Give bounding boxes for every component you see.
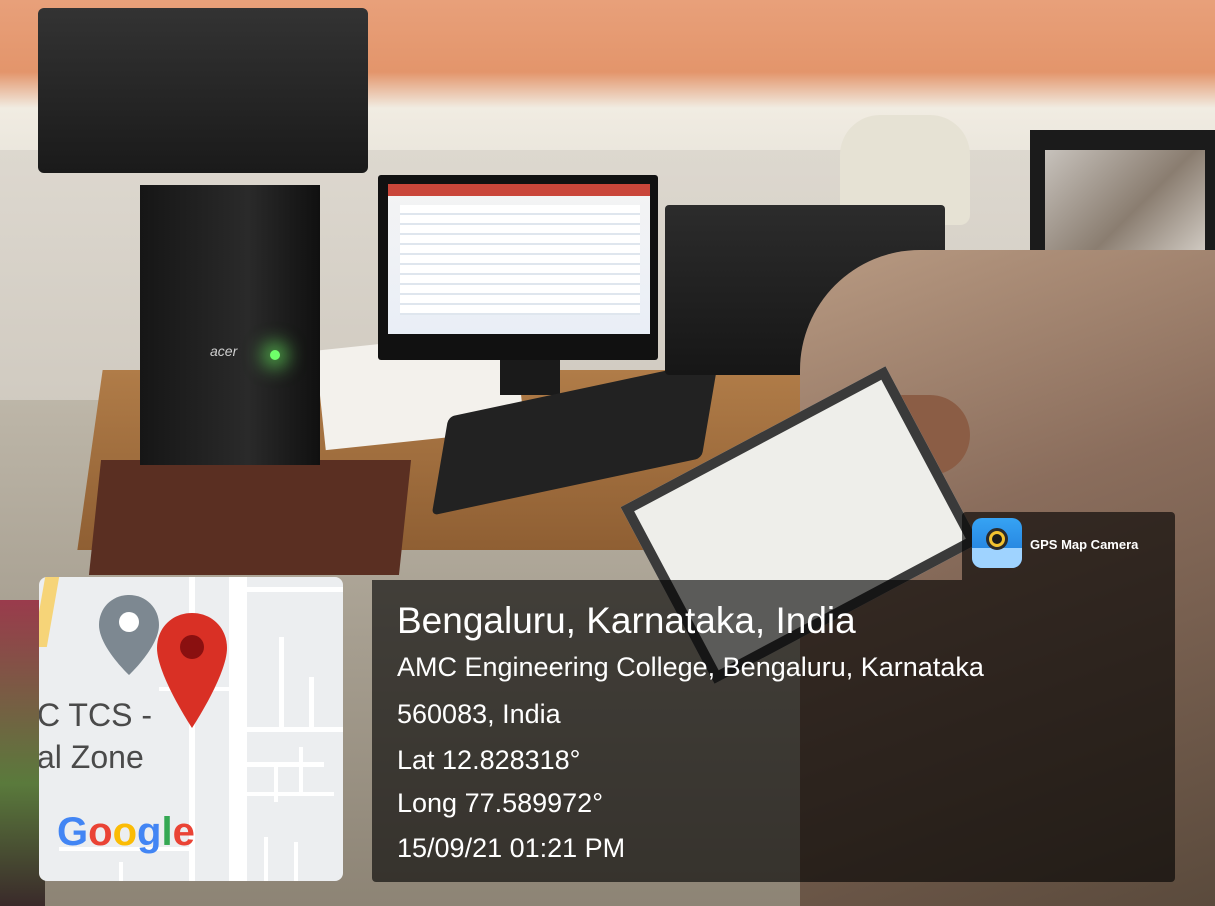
longitude-text: Long 77.589972° xyxy=(397,788,603,818)
address-line-1: AMC Engineering College, Bengaluru, Karn… xyxy=(397,652,984,682)
google-letter: g xyxy=(137,810,162,854)
scanner-device xyxy=(38,8,368,173)
secondary-location-pin-icon xyxy=(99,595,159,675)
monitor-spreadsheet xyxy=(400,205,640,315)
gps-app-name: GPS Map Camera xyxy=(1030,537,1139,552)
google-letter: e xyxy=(172,810,195,854)
datetime-text: 15/09/21 01:21 PM xyxy=(397,833,626,863)
location-title: Bengaluru, Karnataka, India xyxy=(397,600,856,641)
latitude-text: Lat 12.828318° xyxy=(397,745,581,775)
monitor-toolbar xyxy=(388,184,650,196)
monitor-stand xyxy=(500,360,560,395)
pc-tower xyxy=(140,185,320,465)
location-pin-icon xyxy=(157,613,227,728)
google-letter: l xyxy=(161,810,173,854)
map-place-label-2: al Zone xyxy=(39,739,144,775)
google-letter: o xyxy=(88,810,113,854)
google-letter: G xyxy=(57,810,89,854)
gps-map-camera-icon xyxy=(972,518,1022,568)
folder xyxy=(88,460,412,575)
power-light xyxy=(270,350,280,360)
address-line-2: 560083, India xyxy=(397,699,561,729)
tower-brand-logo: acer xyxy=(210,343,238,359)
google-logo: Google xyxy=(57,810,195,855)
map-place-label-1: C TCS - xyxy=(39,697,152,733)
google-letter: o xyxy=(112,810,137,854)
